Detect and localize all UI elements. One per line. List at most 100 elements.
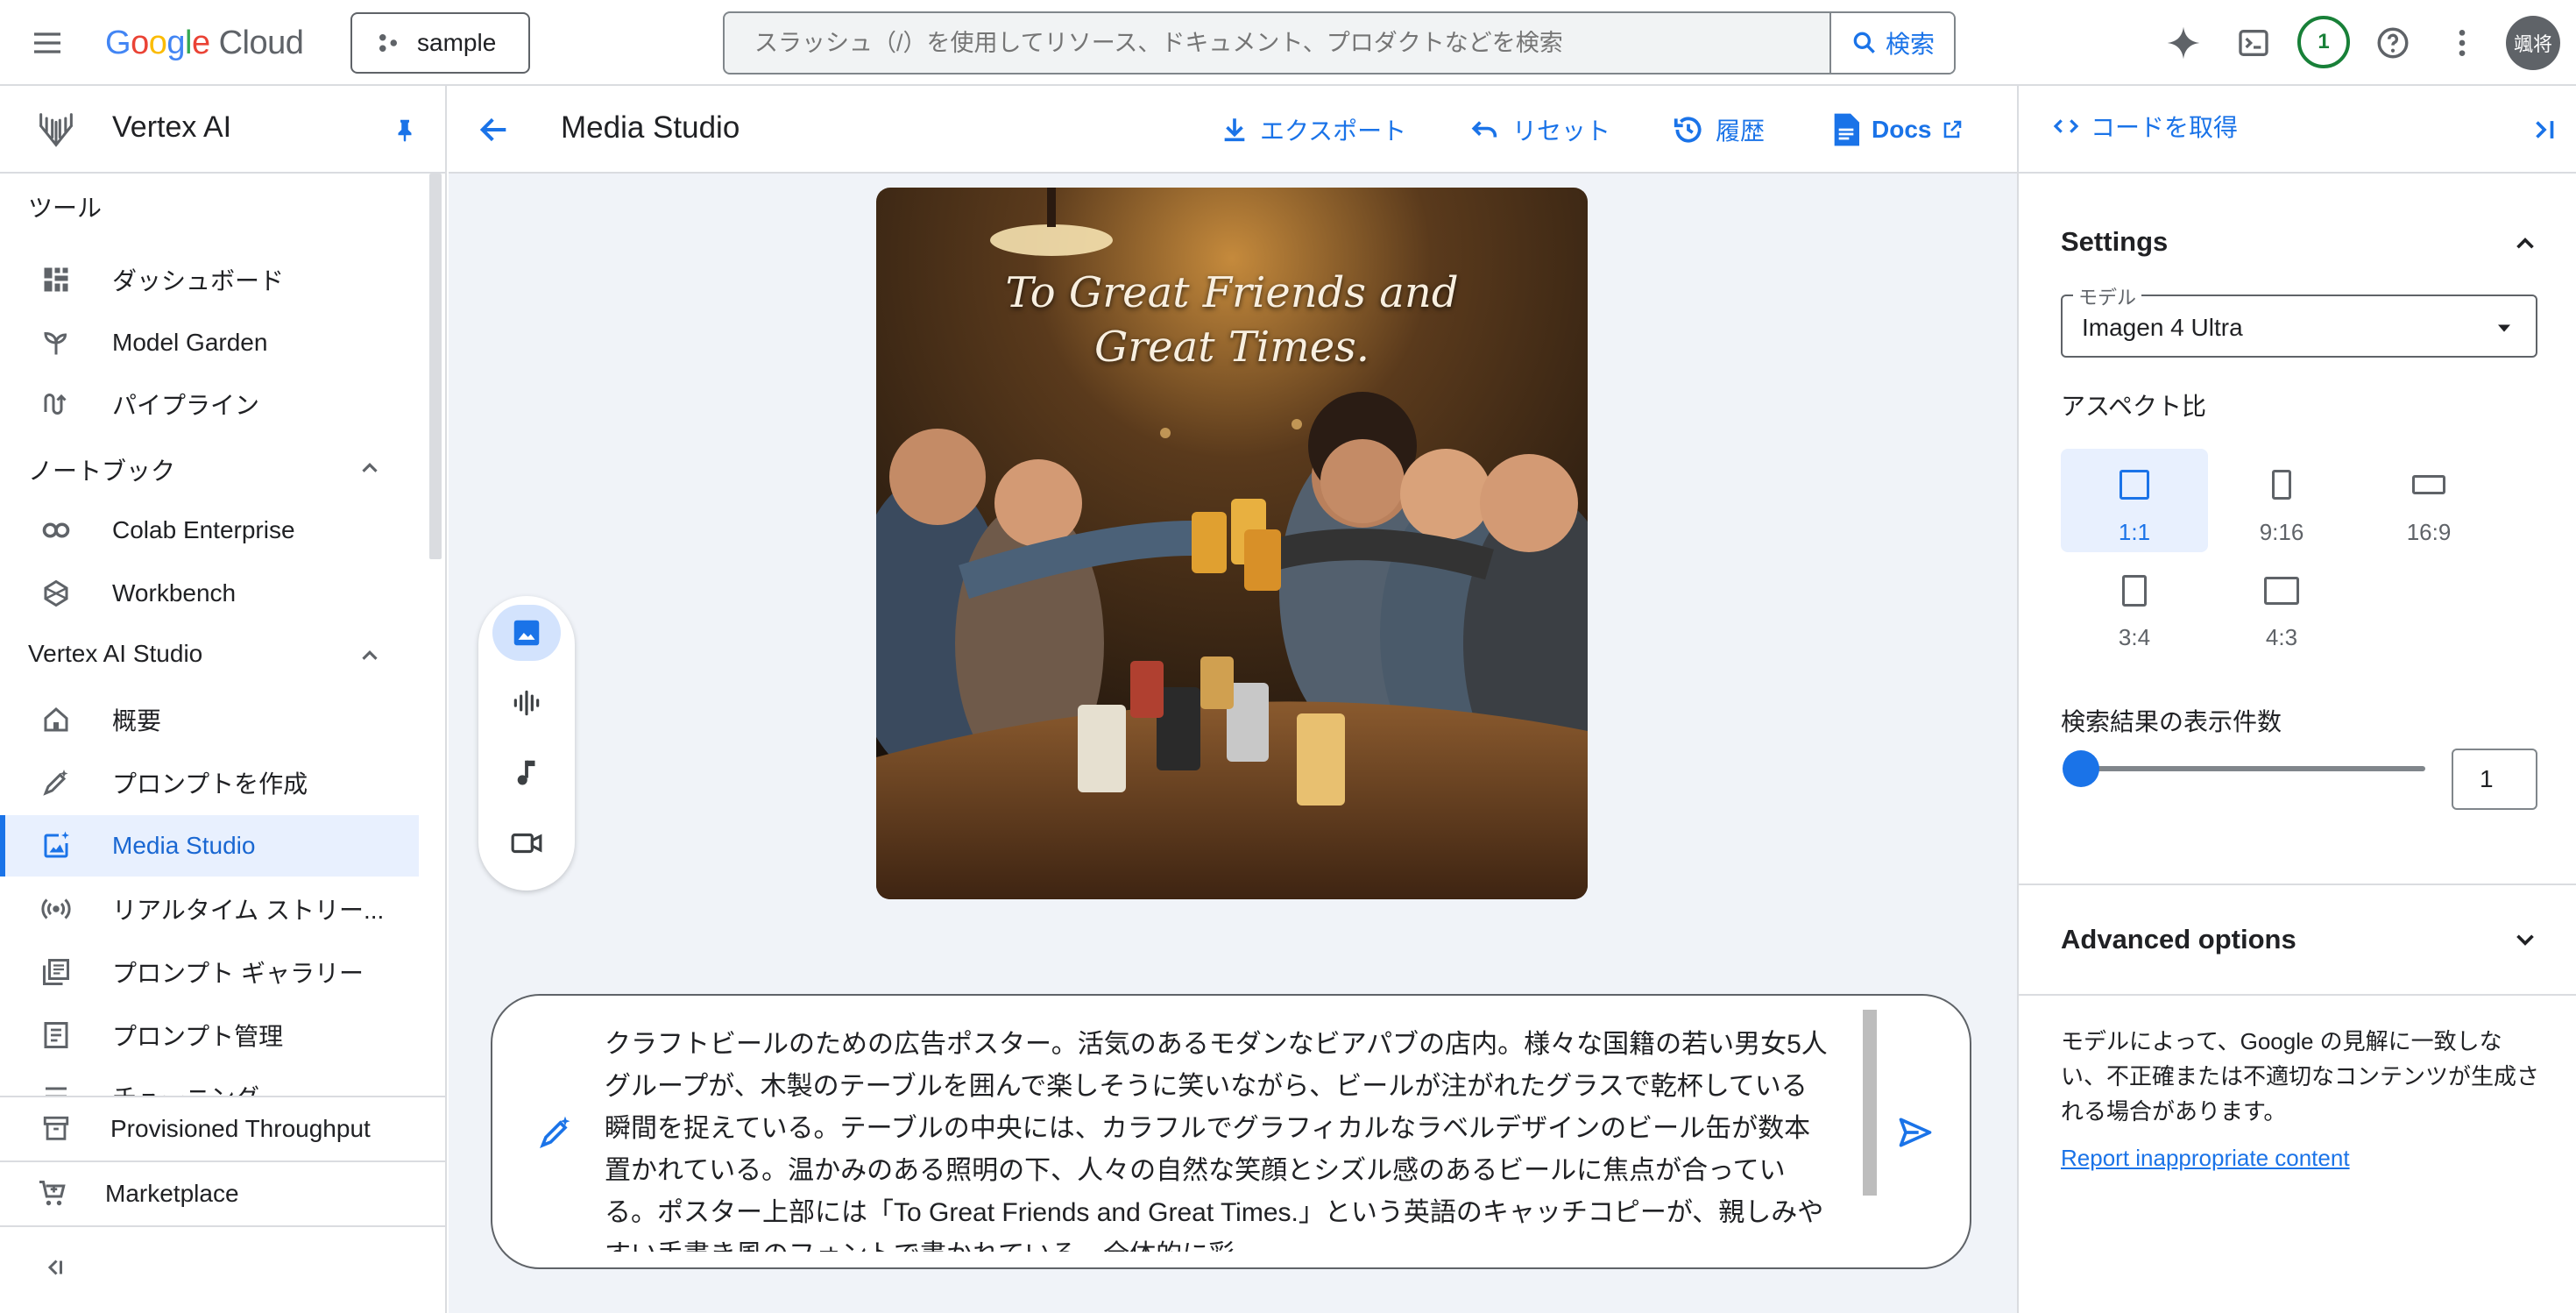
sidebar-item-label: プロンプト ギャラリー [112,960,364,987]
sidebar-item-tuning[interactable]: チューニング [0,1066,419,1096]
chevron-up-icon[interactable] [354,452,386,484]
sidebar-item-pipelines[interactable]: パイプライン [0,373,419,435]
open-in-new-icon [1942,119,1963,140]
sidebar-item-label: リアルタイム ストリー... [112,897,385,924]
sidebar-item-label: ダッシュボード [112,267,285,295]
notification-badge[interactable]: 1 [2297,16,2350,68]
reset-button[interactable]: リセット [1468,105,1610,154]
get-code-button[interactable]: コードを取得 [2052,109,2238,144]
collapse-sidebar-icon[interactable] [39,1252,70,1283]
more-vert-icon[interactable] [2441,22,2483,64]
chevron-down-icon[interactable] [2508,922,2543,957]
avatar[interactable]: 颯将 [2506,16,2560,70]
audio-mode-button[interactable] [492,675,561,731]
section-vertex-ai-studio[interactable]: Vertex AI Studio [28,640,202,668]
prompt-input-box[interactable]: クラフトビールのための広告ポスター。活気のあるモダンなビアパブの店内。様々な国籍… [491,994,1971,1269]
search-button[interactable]: 検索 [1829,13,1954,73]
chevron-up-icon[interactable] [2508,226,2543,261]
portrait-icon [2272,470,2291,500]
aspect-label: 3:4 [2118,624,2151,650]
sidebar-item-overview[interactable]: 概要 [0,689,419,750]
sidebar-item-workbench[interactable]: Workbench [0,563,419,624]
hamburger-menu-icon[interactable] [26,22,68,64]
sidebar-item-media-studio[interactable]: Media Studio [0,815,419,877]
cloud-shell-icon[interactable] [2233,22,2275,64]
back-arrow-icon[interactable] [477,112,512,147]
sidebar-item-colab[interactable]: Colab Enterprise [0,500,419,561]
page-title: Media Studio [561,110,740,145]
docs-button[interactable]: Docs [1831,105,1963,154]
result-count-input[interactable]: 1 [2452,749,2537,810]
workbench-icon [39,576,74,611]
disclaimer-text: モデルによって、Google の見解に一致しない、不正確または不適切なコンテンツ… [2061,1028,2540,1125]
logo-letter: g [166,24,185,61]
slider-track [2075,766,2425,771]
aspect-option-1-1[interactable]: 1:1 [2061,449,2208,552]
get-code-label: コードを取得 [2091,114,2239,141]
divider [2019,884,2576,885]
sidebar-item-label: プロンプトを作成 [112,770,308,798]
music-note-icon [510,756,543,790]
sidebar-item-realtime-streaming[interactable]: リアルタイム ストリー... [0,878,419,940]
result-count-slider[interactable] [2063,749,2431,789]
broadcast-icon [39,891,74,926]
project-selector[interactable]: sample [350,12,530,74]
sidebar: Vertex AI ツール ダッシュボード Model Garden パイプライ… [0,86,447,1313]
sprout-icon [39,325,74,360]
generated-image[interactable]: To Great Friends and Great Times. [876,188,1588,899]
video-mode-button[interactable] [492,815,561,871]
sidebar-item-label: 概要 [112,707,162,735]
settings-title: Settings [2061,226,2169,257]
sidebar-item-model-garden[interactable]: Model Garden [0,312,419,373]
magic-pen-icon[interactable] [534,1111,577,1153]
aspect-option-3-4[interactable]: 3:4 [2061,554,2208,657]
export-button[interactable]: エクスポート [1220,105,1406,154]
report-content-link[interactable]: Report inappropriate content [2061,1145,2350,1172]
gemini-sparkle-icon[interactable] [2162,22,2204,64]
music-mode-button[interactable] [492,745,561,801]
sidebar-scrollbar[interactable] [429,174,442,559]
sidebar-item-label: パイプライン [112,392,260,419]
search-button-label: 検索 [1885,31,1935,58]
history-button[interactable]: 履歴 [1672,105,1765,154]
sidebar-item-dashboard[interactable]: ダッシュボード [0,249,419,310]
aspect-option-4-3[interactable]: 4:3 [2208,554,2355,657]
sidebar-item-create-prompt[interactable]: プロンプトを作成 [0,752,419,813]
sidebar-title: Vertex AI [112,110,232,144]
search-input[interactable] [725,13,1829,73]
search-bar: 検索 [723,11,1956,75]
aspect-option-16-9[interactable]: 16:9 [2355,449,2502,552]
pipeline-icon [39,387,74,422]
sidebar-item-marketplace[interactable]: Marketplace [0,1160,445,1225]
home-icon [39,702,74,737]
advanced-options-title[interactable]: Advanced options [2061,924,2296,955]
chevron-up-icon[interactable] [354,640,386,671]
image-icon [510,616,543,649]
undo-icon [1468,115,1502,145]
prompt-scrollbar[interactable] [1863,1010,1877,1196]
close-panel-icon[interactable] [2527,112,2562,147]
google-cloud-logo[interactable]: Google Cloud [105,19,304,67]
prompt-textarea[interactable]: クラフトビールのための広告ポスター。活気のあるモダンなビアパブの店内。様々な国籍… [605,1024,1831,1252]
result-count-title: 検索結果の表示件数 [2061,708,2282,735]
sidebar-item-label: Provisioned Throughput [110,1115,371,1142]
logo-letter: l [184,24,192,61]
section-notebooks[interactable]: ノートブック [28,452,175,487]
sidebar-item-prompt-gallery[interactable]: プロンプト ギャラリー [0,941,419,1003]
waveform-icon [510,686,543,720]
section-tools: ツール [28,195,103,222]
divider [2019,994,2576,996]
top-app-bar: Google Cloud sample 検索 1 颯将 [0,0,2576,86]
portrait-icon [2122,575,2147,607]
aspect-option-9-16[interactable]: 9:16 [2208,449,2355,552]
sidebar-item-prompt-management[interactable]: プロンプト管理 [0,1004,419,1066]
image-mode-button[interactable] [492,605,561,661]
export-label: エクスポート [1260,117,1407,145]
sidebar-item-provisioned-throughput[interactable]: Provisioned Throughput [0,1096,445,1160]
send-icon[interactable] [1894,1111,1936,1153]
sidebar-item-label: Media Studio [112,832,256,859]
project-icon [375,30,401,56]
slider-thumb[interactable] [2063,750,2099,787]
pin-icon[interactable] [389,114,421,145]
help-icon[interactable] [2372,22,2414,64]
